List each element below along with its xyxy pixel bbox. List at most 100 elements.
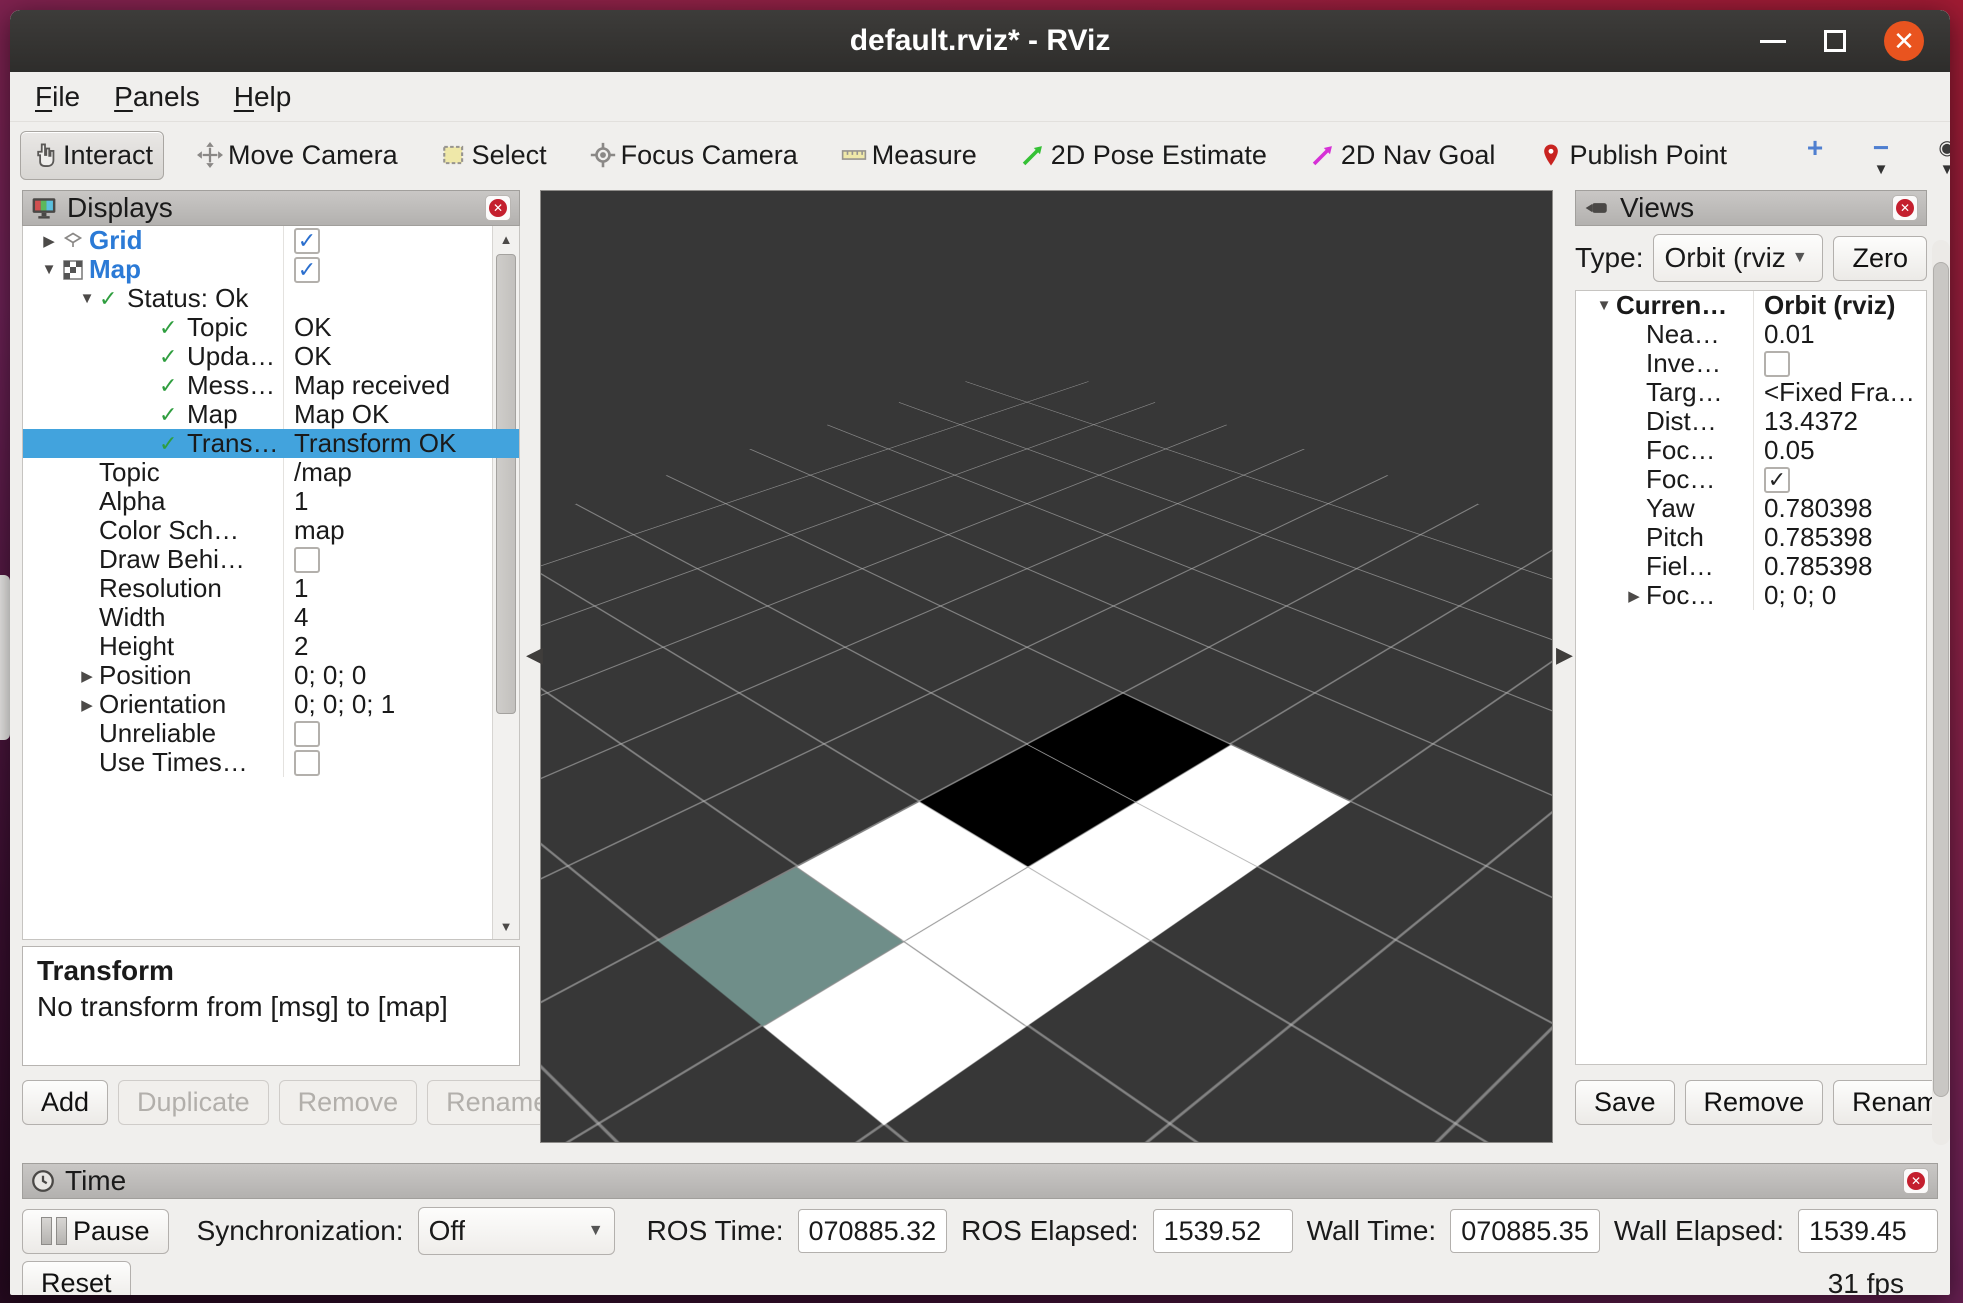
- tree-row[interactable]: ▼Map✓: [23, 255, 519, 284]
- tree-row[interactable]: ✓TopicOK: [23, 313, 519, 342]
- view-type-combo[interactable]: Orbit (rviz ▼: [1653, 234, 1823, 282]
- tree-row-value[interactable]: [283, 719, 519, 748]
- tree-row-value[interactable]: map: [283, 516, 519, 545]
- tree-row[interactable]: Draw Behi…: [23, 545, 519, 574]
- collapse-arrow-icon[interactable]: ▶: [75, 667, 99, 685]
- tree-row[interactable]: Foc…✓: [1576, 465, 1926, 494]
- tree-row-value[interactable]: OK: [283, 313, 519, 342]
- expand-arrow-icon[interactable]: ▼: [37, 261, 61, 278]
- displays-panel-header[interactable]: Displays ✕: [22, 190, 520, 226]
- views-panel-header[interactable]: Views ✕: [1575, 190, 1927, 226]
- synchronization-combo[interactable]: Off ▼: [418, 1207, 615, 1255]
- menu-item-panels[interactable]: Panels: [114, 81, 200, 113]
- tree-row[interactable]: Inve…: [1576, 349, 1926, 378]
- tree-row-value[interactable]: [283, 284, 519, 313]
- menu-item-help[interactable]: Help: [234, 81, 292, 113]
- chevron-down-icon[interactable]: ▼: [1940, 163, 1950, 177]
- tree-row-value[interactable]: ✓: [283, 226, 519, 255]
- tree-row[interactable]: Alpha1: [23, 487, 519, 516]
- tree-row[interactable]: Nea…0.01: [1576, 320, 1926, 349]
- checkbox-checked[interactable]: ✓: [294, 257, 320, 283]
- tree-row-value[interactable]: 1: [283, 487, 519, 516]
- tree-row[interactable]: Unreliable: [23, 719, 519, 748]
- checkbox-unchecked[interactable]: [294, 721, 320, 747]
- tree-row[interactable]: ▼Curren…Orbit (rviz): [1576, 291, 1926, 320]
- checkbox-checked[interactable]: ✓: [294, 228, 320, 254]
- tool-publish-point[interactable]: Publish Point: [1527, 132, 1737, 179]
- checkbox-checked[interactable]: ✓: [1764, 467, 1790, 493]
- scrollbar-thumb[interactable]: [1933, 262, 1949, 1097]
- views-close-button[interactable]: ✕: [1892, 195, 1918, 221]
- tool-select[interactable]: Select: [430, 132, 557, 179]
- tree-row-value[interactable]: 0; 0; 0; 1: [283, 690, 519, 719]
- tree-row[interactable]: Width4: [23, 603, 519, 632]
- tree-row-value[interactable]: [283, 748, 519, 777]
- tool-2d-nav-goal[interactable]: 2D Nav Goal: [1299, 132, 1506, 179]
- maximize-button-icon[interactable]: [1824, 30, 1846, 52]
- save-button[interactable]: Save: [1575, 1080, 1675, 1125]
- expand-arrow-icon[interactable]: ▼: [1592, 297, 1616, 314]
- time-close-button[interactable]: ✕: [1903, 1168, 1929, 1194]
- tree-row[interactable]: Height2: [23, 632, 519, 661]
- tree-row[interactable]: ▶Grid✓: [23, 226, 519, 255]
- tree-row[interactable]: ✓Trans…Transform OK: [23, 429, 519, 458]
- pause-button[interactable]: Pause: [22, 1209, 169, 1254]
- remove-tool-icon[interactable]: −▼: [1861, 133, 1901, 177]
- checkbox-unchecked[interactable]: [1764, 351, 1790, 377]
- tree-row[interactable]: ✓Upda…OK: [23, 342, 519, 371]
- tool-move-camera[interactable]: Move Camera: [186, 132, 408, 179]
- checkbox-unchecked[interactable]: [294, 547, 320, 573]
- tree-row[interactable]: ✓MapMap OK: [23, 400, 519, 429]
- tree-row-value[interactable]: /map: [283, 458, 519, 487]
- displays-close-button[interactable]: ✕: [485, 195, 511, 221]
- add-tool-icon[interactable]: +: [1795, 133, 1835, 163]
- tree-row[interactable]: ▶Position0; 0; 0: [23, 661, 519, 690]
- tree-row[interactable]: ▶Foc…0; 0; 0: [1576, 581, 1926, 610]
- tree-row-value[interactable]: 13.4372: [1753, 407, 1926, 436]
- tree-row-value[interactable]: <Fixed Fra…: [1753, 378, 1926, 407]
- collapse-arrow-icon[interactable]: ▶: [75, 696, 99, 714]
- tree-row[interactable]: ✓Mess…Map received: [23, 371, 519, 400]
- tree-row[interactable]: Targ…<Fixed Fra…: [1576, 378, 1926, 407]
- ros-elapsed-field[interactable]: 1539.52: [1153, 1209, 1293, 1253]
- scroll-down-icon[interactable]: ▼: [493, 913, 519, 939]
- tree-row-value[interactable]: 2: [283, 632, 519, 661]
- tree-row[interactable]: Resolution1: [23, 574, 519, 603]
- checkbox-unchecked[interactable]: [294, 750, 320, 776]
- tree-row[interactable]: ▶Orientation0; 0; 0; 1: [23, 690, 519, 719]
- tree-row[interactable]: Fiel…0.785398: [1576, 552, 1926, 581]
- tool-measure[interactable]: Measure: [830, 132, 987, 179]
- collapse-arrow-icon[interactable]: ▶: [1622, 587, 1646, 605]
- minimize-button-icon[interactable]: [1760, 40, 1786, 43]
- tree-row-value[interactable]: 0; 0; 0: [283, 661, 519, 690]
- ros-time-field[interactable]: 070885.32: [798, 1209, 948, 1253]
- wall-time-field[interactable]: 070885.35: [1450, 1209, 1600, 1253]
- tool-2d-pose-estimate[interactable]: 2D Pose Estimate: [1009, 132, 1277, 179]
- tree-row-value[interactable]: Orbit (rviz): [1753, 291, 1926, 320]
- tree-row-value[interactable]: Map OK: [283, 400, 519, 429]
- tree-row-value[interactable]: [283, 545, 519, 574]
- tree-row[interactable]: ▼✓Status: Ok: [23, 284, 519, 313]
- tree-row-value[interactable]: 0.785398: [1753, 552, 1926, 581]
- titlebar[interactable]: default.rviz* - RViz ✕: [10, 10, 1950, 72]
- expand-arrow-icon[interactable]: ▼: [75, 290, 99, 307]
- tool-interact[interactable]: Interact: [20, 131, 164, 180]
- tree-row[interactable]: Use Times…: [23, 748, 519, 777]
- tree-row-value[interactable]: Map received: [283, 371, 519, 400]
- tree-row[interactable]: Topic/map: [23, 458, 519, 487]
- tree-row-value[interactable]: [1753, 349, 1926, 378]
- tree-row-value[interactable]: 0; 0; 0: [1753, 581, 1926, 610]
- add-button[interactable]: Add: [22, 1080, 108, 1125]
- tree-row-value[interactable]: 4: [283, 603, 519, 632]
- tree-row[interactable]: Yaw0.780398: [1576, 494, 1926, 523]
- reset-button[interactable]: Reset: [22, 1261, 131, 1295]
- tool-properties-icon[interactable]: ◉▼: [1927, 133, 1950, 177]
- tree-row-value[interactable]: 0.01: [1753, 320, 1926, 349]
- time-panel-header[interactable]: Time ✕: [22, 1163, 1938, 1199]
- tree-row-value[interactable]: Transform OK: [283, 429, 519, 458]
- zero-button[interactable]: Zero: [1833, 236, 1927, 281]
- tree-row-value[interactable]: ✓: [283, 255, 519, 284]
- wall-elapsed-field[interactable]: 1539.45: [1798, 1209, 1938, 1253]
- views-outer-scrollbar[interactable]: [1932, 240, 1950, 1145]
- 3d-viewport[interactable]: [540, 190, 1553, 1143]
